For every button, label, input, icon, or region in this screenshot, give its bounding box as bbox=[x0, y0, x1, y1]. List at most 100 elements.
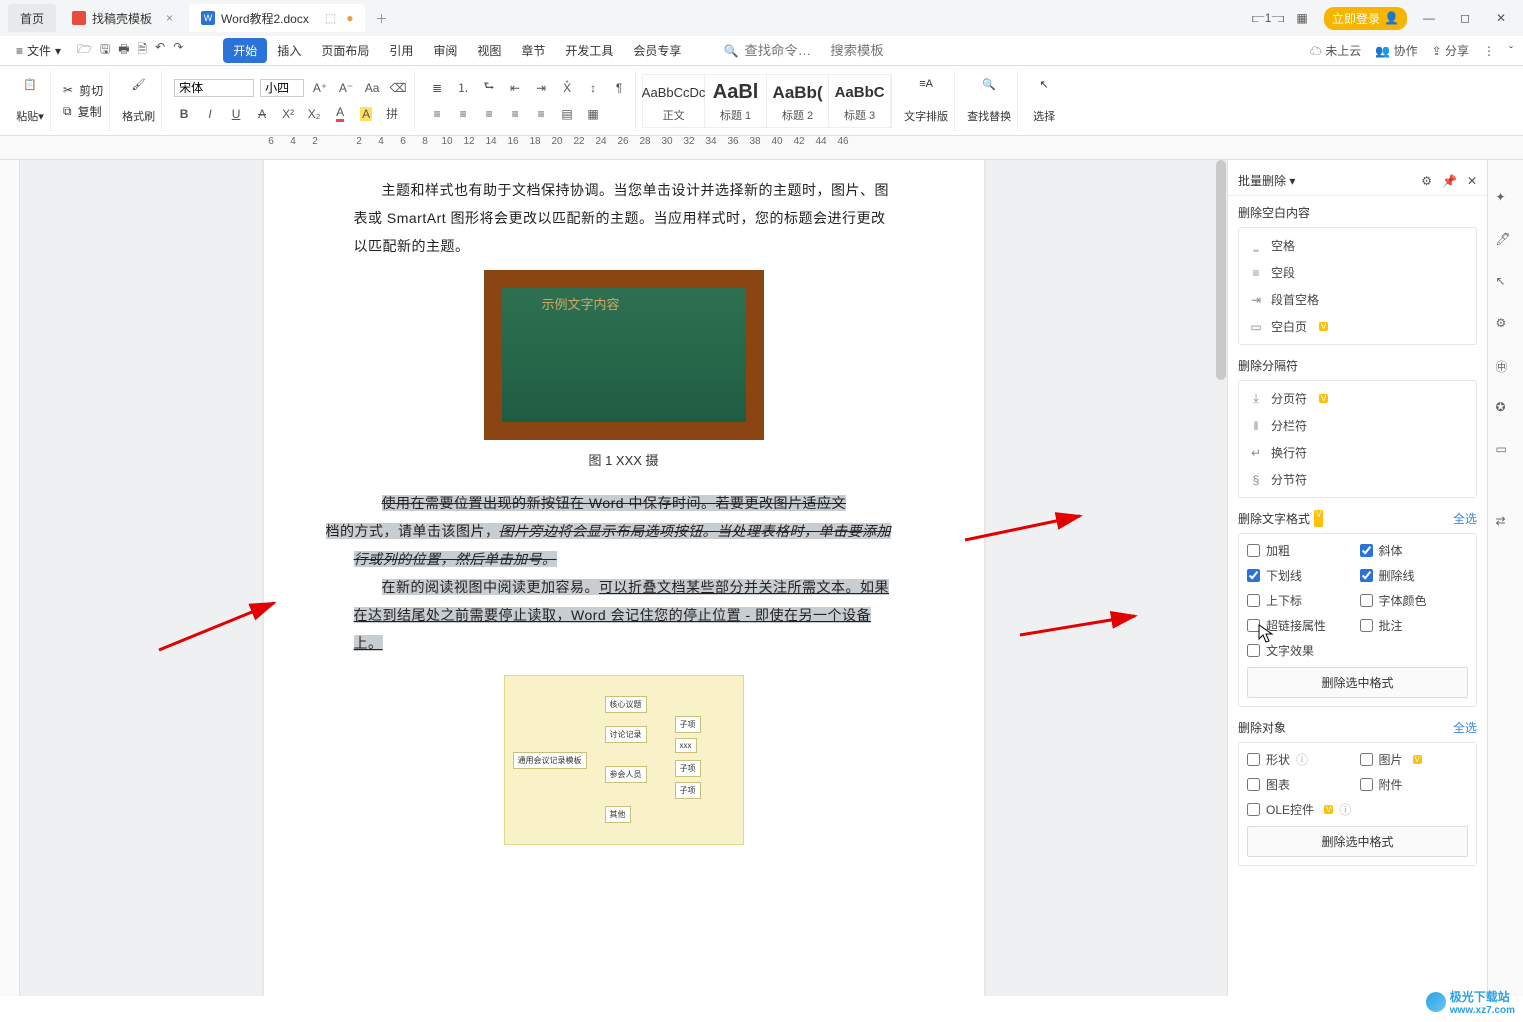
decrease-indent-icon[interactable]: ⇤ bbox=[505, 78, 525, 98]
bold-button[interactable]: B bbox=[174, 104, 194, 124]
line-spacing-icon[interactable]: ↕ bbox=[583, 78, 603, 98]
font-family-combo[interactable] bbox=[174, 79, 254, 97]
chk-effect[interactable]: 文字效果 bbox=[1247, 642, 1468, 659]
document-canvas[interactable]: 主题和样式也有助于文档保持协调。当您单击设计并选择新的主题时，图片、图表或 Sm… bbox=[20, 160, 1227, 996]
pointer-icon[interactable]: ↖ bbox=[1496, 274, 1516, 294]
ribbon-tab-review[interactable]: 审阅 bbox=[423, 38, 467, 63]
increase-indent-icon[interactable]: ⇥ bbox=[531, 78, 551, 98]
image-caption[interactable]: 图 1 XXX 摄 bbox=[354, 450, 894, 469]
style-h2[interactable]: AaBb(标题 2 bbox=[767, 75, 829, 127]
opt-leading-space[interactable]: ⇥段首空格 bbox=[1239, 286, 1476, 313]
more-icon[interactable]: ⋮ bbox=[1483, 44, 1495, 58]
opt-secbreak[interactable]: §分节符 bbox=[1239, 466, 1476, 493]
style-h1[interactable]: AaBl标题 1 bbox=[705, 75, 767, 127]
delete-format-button[interactable]: 删除选中格式 bbox=[1247, 667, 1468, 698]
adjust-icon[interactable]: ⚙ bbox=[1496, 316, 1516, 336]
subscript-button[interactable]: X₂ bbox=[304, 104, 324, 124]
pin-icon[interactable]: 📌 bbox=[1442, 174, 1457, 188]
paragraph[interactable]: 主题和样式也有助于文档保持协调。当您单击设计并选择新的主题时，图片、图表或 Sm… bbox=[354, 176, 894, 260]
paragraph-selected-2[interactable]: 在新的阅读视图中阅读更加容易。可以折叠文档某些部分并关注所需文本。如果在达到结尾… bbox=[354, 573, 894, 657]
numbering-icon[interactable]: ⒈ bbox=[453, 78, 473, 98]
distribute-icon[interactable]: ≡ bbox=[531, 104, 551, 124]
chk-strike[interactable]: 删除线 bbox=[1360, 567, 1469, 584]
login-button[interactable]: 立即登录👤 bbox=[1324, 7, 1407, 30]
template-search-input[interactable] bbox=[830, 43, 910, 58]
opt-pagebreak[interactable]: ⤓分页符V bbox=[1239, 385, 1476, 412]
superscript-button[interactable]: X² bbox=[278, 104, 298, 124]
style-h3[interactable]: AaBbC标题 3 bbox=[829, 75, 891, 127]
command-search-input[interactable] bbox=[744, 43, 824, 58]
select-all-link-2[interactable]: 全选 bbox=[1453, 719, 1477, 736]
horizontal-ruler[interactable]: 6 42 246 81012 141618 202224 262830 3234… bbox=[0, 136, 1523, 160]
settings-icon[interactable]: ⚙ bbox=[1421, 174, 1432, 188]
border-icon[interactable]: ▦ bbox=[583, 104, 603, 124]
chk-pic[interactable]: 图片V bbox=[1360, 751, 1469, 768]
save-icon[interactable]: 🖫 bbox=[100, 40, 110, 61]
split-view-icon[interactable]: ⫍1⫎ bbox=[1252, 11, 1280, 26]
shrink-font-icon[interactable]: A⁻ bbox=[336, 78, 356, 98]
chk-underline[interactable]: 下划线 bbox=[1247, 567, 1356, 584]
highlighter-icon[interactable]: 🖊 bbox=[1496, 232, 1516, 252]
new-tab-button[interactable]: ＋ bbox=[369, 10, 393, 27]
share-button[interactable]: ⇪ 分享 bbox=[1432, 42, 1469, 59]
opt-linebreak[interactable]: ↵换行符 bbox=[1239, 439, 1476, 466]
tab-document[interactable]: W Word教程2.docx ⬚ ● bbox=[189, 4, 365, 32]
ribbon-tab-section[interactable]: 章节 bbox=[511, 38, 555, 63]
align-left-icon[interactable]: ≡ bbox=[427, 104, 447, 124]
tab-template[interactable]: 找稿壳模板 × bbox=[60, 4, 185, 32]
strike-button[interactable]: A bbox=[252, 104, 272, 124]
preview-icon[interactable]: 🗎 bbox=[138, 40, 148, 61]
style-normal[interactable]: AaBbCcDc正文 bbox=[643, 75, 705, 127]
minimize-button[interactable]: — bbox=[1415, 11, 1443, 25]
opt-blank-page[interactable]: ▭空白页V bbox=[1239, 313, 1476, 340]
ribbon-tab-references[interactable]: 引用 bbox=[379, 38, 423, 63]
ribbon-tab-insert[interactable]: 插入 bbox=[267, 38, 311, 63]
opt-colbreak[interactable]: ‖分栏符 bbox=[1239, 412, 1476, 439]
opt-space[interactable]: ⎵空格 bbox=[1239, 232, 1476, 259]
cloud-status[interactable]: ☁ 未上云 bbox=[1310, 42, 1361, 59]
collab-button[interactable]: 👥 协作 bbox=[1375, 42, 1417, 59]
open-icon[interactable]: 🗁 bbox=[77, 40, 92, 61]
cut-button[interactable]: ✂剪切 bbox=[63, 82, 103, 99]
align-center-icon[interactable]: ≡ bbox=[453, 104, 473, 124]
ribbon-tab-layout[interactable]: 页面布局 bbox=[311, 38, 379, 63]
print-icon[interactable]: 🖶 bbox=[118, 40, 129, 61]
paragraph-selected[interactable]: 使用在需要位置出现的新按钮在 Word 中保存时间。若要更改图片适应文 档的方式… bbox=[354, 489, 894, 573]
change-case-icon[interactable]: Aa bbox=[362, 78, 382, 98]
copy-button[interactable]: ⧉复制 bbox=[63, 103, 103, 120]
present-icon[interactable]: ▭ bbox=[1496, 442, 1516, 462]
sort-icon[interactable]: X̊ bbox=[557, 78, 577, 98]
align-right-icon[interactable]: ≡ bbox=[479, 104, 499, 124]
bullets-icon[interactable]: ≣ bbox=[427, 78, 447, 98]
multilevel-icon[interactable]: ⮑ bbox=[479, 78, 499, 98]
chk-color[interactable]: 字体颜色 bbox=[1360, 592, 1469, 609]
paste-button[interactable]: 📋粘贴▾ bbox=[16, 78, 44, 124]
chk-attach[interactable]: 附件 bbox=[1360, 776, 1469, 793]
format-painter-button[interactable]: 🖌格式刷 bbox=[122, 78, 155, 124]
select-button[interactable]: ↖选择 bbox=[1030, 78, 1058, 124]
shading-icon[interactable]: ▤ bbox=[557, 104, 577, 124]
scrollbar-thumb[interactable] bbox=[1216, 160, 1226, 380]
highlight-button[interactable]: A bbox=[356, 104, 376, 124]
ribbon-tab-vip[interactable]: 会员专享 bbox=[623, 38, 691, 63]
undo-icon[interactable]: ↶ bbox=[155, 40, 165, 61]
style-gallery[interactable]: AaBbCcDc正文 AaBl标题 1 AaBb(标题 2 AaBbC标题 3 bbox=[642, 74, 892, 128]
find-replace-button[interactable]: 🔍查找替换 bbox=[967, 78, 1011, 124]
close-icon[interactable]: × bbox=[166, 11, 173, 25]
opt-empty-para[interactable]: ≡空段 bbox=[1239, 259, 1476, 286]
chk-ole[interactable]: OLE控件Vⓘ bbox=[1247, 801, 1468, 818]
chk-bold[interactable]: 加粗 bbox=[1247, 542, 1356, 559]
chk-comment[interactable]: 批注 bbox=[1360, 617, 1469, 634]
font-size-combo[interactable] bbox=[260, 79, 304, 97]
close-panel-icon[interactable]: ✕ bbox=[1467, 174, 1477, 188]
pinyin-button[interactable]: 拼 bbox=[382, 104, 402, 124]
ribbon-tab-start[interactable]: 开始 bbox=[223, 38, 267, 63]
embedded-image-chalkboard[interactable]: 示例文字内容 bbox=[484, 270, 764, 440]
clear-format-icon[interactable]: ⌫ bbox=[388, 78, 408, 98]
ribbon-tab-devtools[interactable]: 开发工具 bbox=[555, 38, 623, 63]
tab-home[interactable]: 首页 bbox=[8, 4, 56, 32]
select-all-link[interactable]: 全选 bbox=[1453, 510, 1477, 527]
compass-icon[interactable]: ✪ bbox=[1496, 400, 1516, 420]
file-menu[interactable]: ≡ 文件 ▾ bbox=[10, 42, 67, 59]
underline-button[interactable]: U bbox=[226, 104, 246, 124]
